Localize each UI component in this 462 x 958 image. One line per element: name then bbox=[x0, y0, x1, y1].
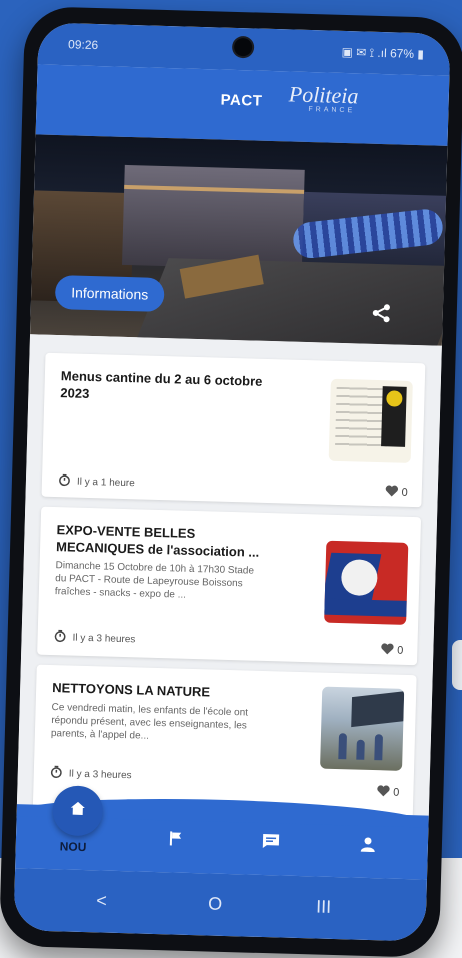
news-card-title: Menus cantine du 2 au 6 octobre 2023 bbox=[60, 368, 263, 401]
system-navigation-bar: < O III bbox=[13, 868, 427, 942]
flag-icon[interactable] bbox=[168, 830, 185, 851]
news-card-thumbnail[interactable] bbox=[324, 540, 409, 625]
background-decoration bbox=[452, 640, 462, 690]
home-button[interactable] bbox=[52, 785, 104, 837]
news-card-description: Ce vendredi matin, les enfants de l'écol… bbox=[50, 702, 249, 742]
brand-name: Politeia bbox=[288, 81, 359, 109]
like-button[interactable]: 0 bbox=[384, 484, 408, 501]
school-photo-roof bbox=[351, 691, 405, 728]
news-card[interactable]: Menus cantine du 2 au 6 octobre 2023 Il … bbox=[41, 352, 426, 508]
news-card-time-text: Il y a 3 heures bbox=[72, 632, 136, 645]
news-card[interactable]: EXPO-VENTE BELLES MECANIQUES de l'associ… bbox=[37, 506, 422, 666]
news-card-time: Il y a 3 heures bbox=[50, 765, 132, 783]
person-icon[interactable] bbox=[360, 836, 377, 857]
news-card-thumbnail[interactable] bbox=[320, 686, 405, 771]
share-icon[interactable] bbox=[370, 302, 393, 330]
news-feed: Menus cantine du 2 au 6 octobre 2023 Il … bbox=[16, 334, 442, 826]
like-count: 0 bbox=[401, 486, 408, 499]
news-card-time-text: Il y a 1 heure bbox=[76, 476, 135, 489]
app-screen: 09:26 ▣ ✉ ⟟ .ıl 67% ▮ PACT Politeia FRAN… bbox=[13, 22, 451, 942]
home-icon bbox=[68, 799, 87, 822]
school-photo-person bbox=[374, 734, 384, 761]
news-card-title: NETTOYONS LA NATURE bbox=[51, 680, 211, 700]
home-tab-label[interactable]: NOU bbox=[60, 839, 87, 854]
status-indicators: ▣ ✉ ⟟ .ıl 67% ▮ bbox=[341, 44, 425, 62]
home-system-button[interactable]: O bbox=[208, 894, 223, 915]
phone-frame: 09:26 ▣ ✉ ⟟ .ıl 67% ▮ PACT Politeia FRAN… bbox=[0, 6, 462, 958]
news-card-time: Il y a 3 heures bbox=[53, 629, 136, 647]
category-chip-informations[interactable]: Informations bbox=[54, 274, 165, 313]
school-photo-person bbox=[338, 733, 348, 760]
news-card-time-text: Il y a 3 heures bbox=[68, 768, 132, 781]
politeia-logo: Politeia FRANCE bbox=[288, 81, 359, 114]
menu-poster-badge bbox=[381, 386, 407, 447]
heart-icon bbox=[376, 784, 390, 800]
heart-icon bbox=[384, 484, 398, 500]
stopwatch-icon bbox=[58, 473, 71, 489]
recents-button[interactable]: III bbox=[316, 897, 332, 918]
bottom-navigation: NOU bbox=[15, 785, 430, 880]
back-button[interactable]: < bbox=[96, 890, 107, 911]
stopwatch-icon bbox=[53, 629, 66, 645]
school-photo-person bbox=[356, 739, 365, 760]
like-count: 0 bbox=[393, 786, 400, 799]
news-card-title: EXPO-VENTE BELLES MECANIQUES de l'associ… bbox=[55, 522, 260, 560]
news-card-description: Dimanche 15 Octobre de 10h à 17h30 Stade… bbox=[54, 560, 255, 601]
news-card-time: Il y a 1 heure bbox=[58, 473, 135, 491]
message-icon[interactable] bbox=[262, 833, 281, 854]
status-time: 09:26 bbox=[67, 37, 99, 53]
like-count: 0 bbox=[397, 644, 404, 657]
hero-image[interactable]: Informations bbox=[30, 134, 448, 346]
like-button[interactable]: 0 bbox=[380, 642, 404, 659]
news-card-thumbnail[interactable] bbox=[328, 378, 413, 463]
app-header: PACT Politeia FRANCE bbox=[35, 64, 450, 146]
hero-town-hall bbox=[122, 164, 305, 270]
front-camera bbox=[233, 37, 253, 57]
page-title: PACT bbox=[220, 91, 263, 110]
stopwatch-icon bbox=[50, 765, 63, 781]
like-button[interactable]: 0 bbox=[376, 784, 400, 801]
heart-icon bbox=[380, 642, 394, 658]
expo-poster-band bbox=[324, 598, 407, 617]
